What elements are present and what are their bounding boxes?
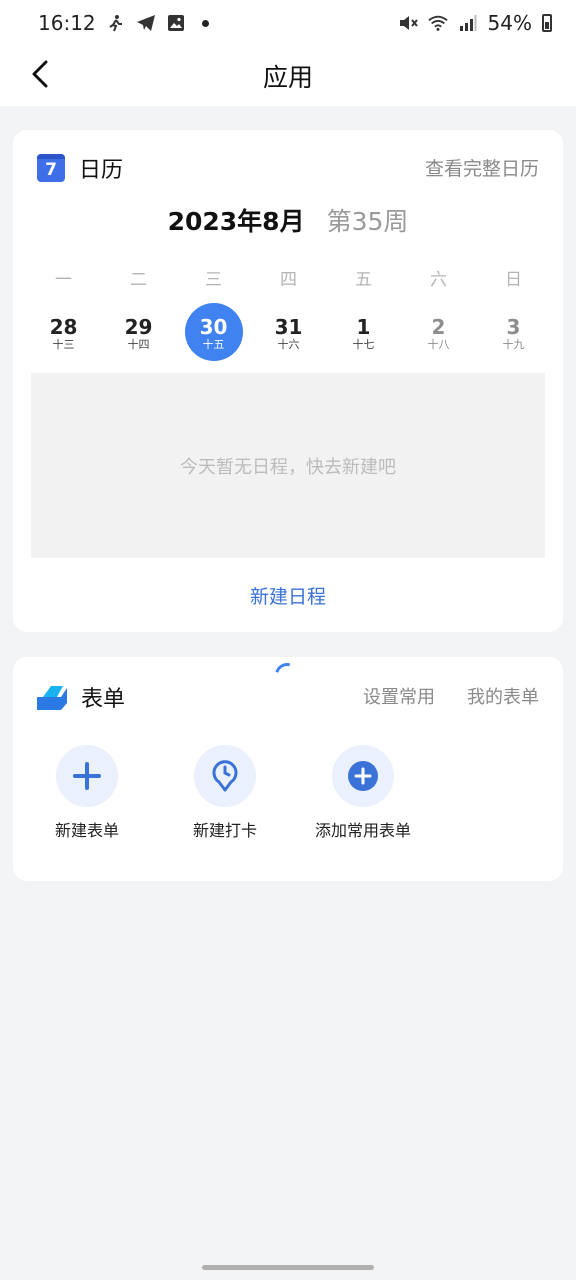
calendar-title: 日历 (79, 158, 124, 183)
add-common-form-button[interactable]: 添加常用表单 (309, 745, 417, 841)
tile-icon-circle (332, 745, 394, 807)
tile-icon-circle (194, 745, 256, 807)
view-full-calendar-link[interactable]: 查看完整日历 (425, 154, 539, 181)
mute-icon (398, 13, 418, 33)
weekday-row: 一 二 三 四 五 六 日 (26, 265, 551, 290)
home-indicator[interactable] (202, 1265, 374, 1270)
tile-label: 新建表单 (54, 821, 119, 840)
date-number: 2 (431, 315, 446, 339)
battery-icon (542, 14, 552, 32)
date-number: 30 (199, 315, 228, 339)
lunar-date: 十七 (352, 338, 375, 351)
date-cell[interactable]: 1 十七 (326, 302, 401, 362)
calendar-card: 7 日历 查看完整日历 2023年8月 第35周 一 二 三 四 五 六 日 28… (13, 130, 563, 632)
tile-label: 添加常用表单 (314, 821, 411, 840)
week-label: 第35周 (326, 207, 409, 236)
notification-dot-icon (201, 19, 209, 27)
weekday-label: 四 (280, 270, 297, 290)
clock-pin-icon (212, 760, 238, 792)
telegram-icon (136, 13, 156, 33)
form-icon (37, 684, 67, 710)
signal-icon (458, 13, 478, 33)
date-number: 28 (49, 315, 78, 339)
date-cell[interactable]: 31 十六 (251, 302, 326, 362)
status-bar: 16:12 54% (0, 0, 576, 46)
plus-icon (73, 762, 101, 790)
tile-label: 新建打卡 (192, 821, 257, 840)
image-icon (166, 13, 186, 33)
main-content: 7 日历 查看完整日历 2023年8月 第35周 一 二 三 四 五 六 日 28… (0, 106, 576, 1280)
date-row: 28 十三 29 十四 30 十五 31 十六 1 十七 2 十八 3 十九 (26, 302, 551, 362)
month-week-row: 2023年8月 第35周 (13, 202, 563, 238)
weekday-label: 三 (205, 270, 222, 290)
date-number: 1 (356, 315, 371, 339)
tile-icon-circle (56, 745, 118, 807)
forms-card-header: 表单 (37, 681, 125, 713)
weekday-label: 六 (430, 270, 447, 290)
status-time: 16:12 (38, 11, 96, 35)
wifi-icon (427, 13, 448, 33)
new-form-button[interactable]: 新建表单 (33, 745, 141, 841)
month-label[interactable]: 2023年8月 (168, 207, 305, 236)
lunar-date: 十九 (502, 338, 525, 351)
date-number: 29 (124, 315, 153, 339)
date-number: 31 (274, 315, 303, 339)
weekday-label: 一 (55, 270, 72, 290)
date-cell[interactable]: 28 十三 (26, 302, 101, 362)
set-common-link[interactable]: 设置常用 (363, 683, 435, 709)
weekday-label: 五 (355, 270, 372, 290)
date-cell[interactable]: 2 十八 (401, 302, 476, 362)
forms-title: 表单 (81, 687, 126, 712)
lunar-date: 十四 (127, 338, 150, 351)
forms-actions: 设置常用 我的表单 (363, 683, 539, 709)
calendar-card-header: 7 日历 (37, 152, 123, 184)
battery-percent: 54% (487, 11, 532, 35)
date-cell[interactable]: 29 十四 (101, 302, 176, 362)
lunar-date: 十三 (52, 338, 75, 351)
page-title: 应用 (262, 63, 313, 92)
add-circle-icon (348, 761, 378, 791)
calendar-icon: 7 (37, 154, 65, 182)
forms-card: 表单 设置常用 我的表单 新建表单 新建打卡 添加常用表单 (13, 657, 563, 881)
new-schedule-button[interactable]: 新建日程 (13, 582, 563, 609)
date-cell[interactable]: 3 十九 (476, 302, 551, 362)
new-checkin-button[interactable]: 新建打卡 (171, 745, 279, 841)
lunar-date: 十六 (277, 338, 300, 351)
loading-spinner-icon (270, 658, 304, 692)
date-number: 3 (506, 315, 521, 339)
walking-icon (106, 13, 126, 33)
date-cell-selected[interactable]: 30 十五 (176, 302, 251, 362)
form-tiles: 新建表单 新建打卡 添加常用表单 (33, 745, 417, 841)
weekday-label: 二 (130, 270, 147, 290)
lunar-date: 十八 (427, 338, 450, 351)
weekday-label: 日 (505, 270, 522, 290)
lunar-date: 十五 (202, 338, 225, 351)
app-header: 应用 (0, 46, 576, 106)
schedule-empty-state: 今天暂无日程，快去新建吧 (31, 373, 545, 558)
my-forms-link[interactable]: 我的表单 (467, 683, 539, 709)
